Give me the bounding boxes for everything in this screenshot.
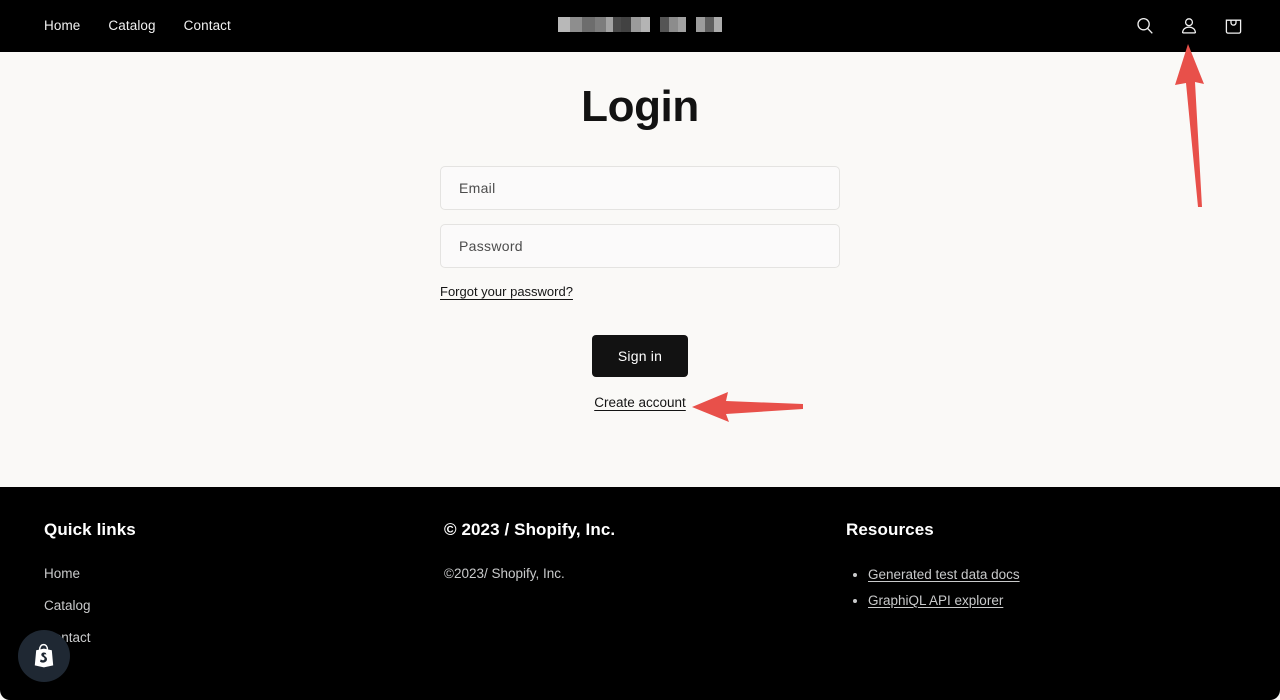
redaction-block <box>696 17 705 32</box>
redaction-block <box>613 17 621 32</box>
footer-heading-copyright: © 2023 / Shopify, Inc. <box>444 520 616 539</box>
site-header: Home Catalog Contact <box>0 0 1280 52</box>
page-title: Login <box>581 82 699 131</box>
footer-link-graphiql-api-explorer[interactable]: GraphiQL API explorer <box>868 593 1003 608</box>
password-field[interactable]: Password <box>440 224 840 268</box>
redaction-block <box>595 17 606 32</box>
redaction-block <box>631 17 641 32</box>
redaction-block <box>582 17 595 32</box>
redaction-block <box>660 17 669 32</box>
header-icon-group <box>1134 0 1244 52</box>
redaction-block <box>678 17 686 32</box>
nav-link-catalog[interactable]: Catalog <box>108 19 155 33</box>
nav-link-contact[interactable]: Contact <box>184 19 231 33</box>
redaction-block <box>621 17 631 32</box>
footer-resources-list: Generated test data docs GraphiQL API ex… <box>846 566 1240 610</box>
main-content: Login Email Password Forgot your passwor… <box>0 52 1280 487</box>
email-field-placeholder: Email <box>459 180 496 196</box>
redaction-block <box>714 17 722 32</box>
footer-columns: Quick links Home Catalog Contact © 2023 … <box>0 520 1280 662</box>
forgot-password-link[interactable]: Forgot your password? <box>440 284 573 299</box>
password-field-placeholder: Password <box>459 238 523 254</box>
footer-column-resources: Resources Generated test data docs Graph… <box>800 520 1240 662</box>
redaction-block <box>669 17 678 32</box>
site-footer: Quick links Home Catalog Contact © 2023 … <box>0 487 1280 700</box>
redaction-block-group-1 <box>558 17 650 32</box>
cart-icon[interactable] <box>1222 15 1244 37</box>
account-icon[interactable] <box>1178 15 1200 37</box>
shopify-bag-badge[interactable] <box>18 630 70 682</box>
redaction-block <box>705 17 714 32</box>
create-account-row: Create account <box>0 394 1280 412</box>
footer-link-contact[interactable]: Contact <box>44 630 400 645</box>
list-item: Generated test data docs <box>868 566 1240 584</box>
sign-in-button[interactable]: Sign in <box>591 335 689 377</box>
redaction-block <box>558 17 570 32</box>
footer-link-catalog[interactable]: Catalog <box>44 598 400 613</box>
store-name-redacted[interactable] <box>558 17 722 32</box>
footer-column-copyright: © 2023 / Shopify, Inc. ©2023/ Shopify, I… <box>400 520 800 662</box>
footer-heading-resources: Resources <box>846 520 934 539</box>
redaction-block-group-3 <box>696 17 722 32</box>
footer-link-home[interactable]: Home <box>44 566 400 581</box>
footer-copyright-text: ©2023/ Shopify, Inc. <box>444 566 565 581</box>
nav-link-home[interactable]: Home <box>44 19 80 33</box>
footer-link-generated-test-data-docs[interactable]: Generated test data docs <box>868 567 1020 582</box>
email-field[interactable]: Email <box>440 166 840 210</box>
list-item: GraphiQL API explorer <box>868 592 1240 610</box>
redaction-block <box>570 17 582 32</box>
sign-in-button-row: Sign in <box>0 335 1280 377</box>
primary-navigation: Home Catalog Contact <box>44 19 231 33</box>
footer-heading-quick-links: Quick links <box>44 520 136 539</box>
redaction-block-group-2 <box>660 17 686 32</box>
create-account-link[interactable]: Create account <box>594 395 686 410</box>
redaction-block <box>641 17 650 32</box>
login-form: Email Password Forgot your password? <box>440 166 840 301</box>
redaction-block <box>606 17 613 32</box>
shopify-login-page: Home Catalog Contact Login Email Passwor… <box>0 0 1280 700</box>
search-icon[interactable] <box>1134 15 1156 37</box>
